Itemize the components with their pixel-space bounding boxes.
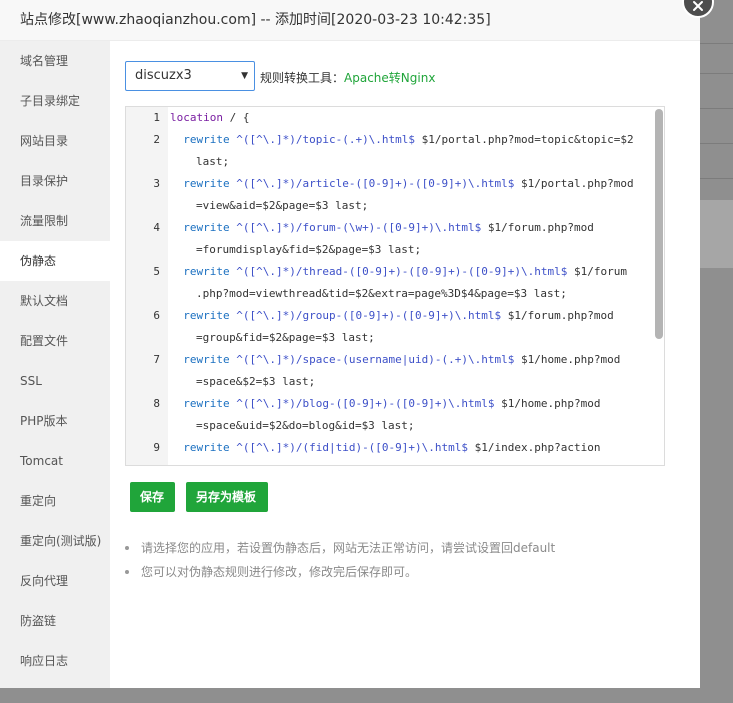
code-text: rewrite ^([^\.]*)/(fid|tid)-([0-9]+)\.ht… — [183, 441, 601, 454]
code-text-continued: .php?mod=viewthread&tid=$2&extra=page%3D… — [196, 287, 567, 300]
sidebar-item[interactable]: 域名管理 — [0, 41, 110, 81]
rewrite-panel: discuzx3 ▼ 规则转换工具：Apache转Nginx 1 location… — [110, 41, 700, 688]
backdrop-divider — [700, 143, 733, 144]
code-text: location / { — [170, 111, 250, 124]
code-text-continued: =space&$2=$3 last; — [196, 375, 316, 388]
page-backdrop-bottom — [0, 688, 733, 703]
code-line: 2 rewrite ^([^\.]*)/topic-(.+)\.html$ $1… — [126, 129, 664, 173]
sidebar-item[interactable]: Tomcat — [0, 441, 110, 481]
tip-item: 请选择您的应用，若设置伪静态后，网站无法正常访问，请尝试设置回default — [124, 541, 555, 565]
code-text-continued: =space&uid=$2&do=blog&id=$3 last; — [196, 419, 415, 432]
rewrite-code-editor[interactable]: 1 location / { 2 rewrite ^([^\.]*)/topic-(… — [125, 106, 665, 466]
code-text-continued: =group&fid=$2&page=$3 last; — [196, 331, 375, 344]
tips-list: 请选择您的应用，若设置伪静态后，网站无法正常访问，请尝试设置回default 您… — [124, 541, 555, 589]
code-text: rewrite ^([^\.]*)/blog-([0-9]+)-([0-9]+)… — [183, 397, 601, 410]
code-text: rewrite ^([^\.]*)/group-([0-9]+)-([0-9]+… — [183, 309, 614, 322]
backdrop-divider — [700, 43, 733, 44]
sidebar-item[interactable]: 反向代理 — [0, 561, 110, 601]
sidebar-item[interactable]: PHP版本 — [0, 401, 110, 441]
line-number: 7 — [153, 353, 160, 366]
line-number: 4 — [153, 221, 160, 234]
code-line: 6 rewrite ^([^\.]*)/group-([0-9]+)-([0-9… — [126, 305, 664, 349]
code-line: 4 rewrite ^([^\.]*)/forum-(\w+)-([0-9]+)… — [126, 217, 664, 261]
site-edit-dialog: 站点修改[www.zhaoqianzhou.com] -- 添加时间[2020-… — [0, 0, 700, 688]
code-content[interactable]: 1 location / { 2 rewrite ^([^\.]*)/topic-(… — [126, 107, 664, 465]
code-text: rewrite ^([^\.]*)/topic-(.+)\.html$ $1/p… — [183, 133, 634, 146]
code-line: 8 rewrite ^([^\.]*)/blog-([0-9]+)-([0-9]… — [126, 393, 664, 437]
sidebar-item[interactable]: 配置文件 — [0, 321, 110, 361]
backdrop-divider — [700, 108, 733, 109]
line-number: 1 — [153, 111, 160, 124]
code-text: rewrite ^([^\.]*)/space-(username|uid)-(… — [183, 353, 621, 366]
settings-sidebar: 域名管理 子目录绑定 网站目录 目录保护 流量限制 伪静态 默认文档 配置文件 SSL PHP版本… — [0, 41, 110, 688]
apache-to-nginx-link[interactable]: Apache转Nginx — [344, 71, 435, 85]
line-number: 8 — [153, 397, 160, 410]
sidebar-item[interactable]: 重定向 — [0, 481, 110, 521]
code-line: 9 rewrite ^([^\.]*)/(fid|tid)-([0-9]+)\.… — [126, 437, 664, 459]
sidebar-item[interactable]: SSL — [0, 361, 110, 401]
code-text-continued: =view&aid=$2&page=$3 last; — [196, 199, 369, 212]
line-number: 6 — [153, 309, 160, 322]
sidebar-item[interactable]: 网站目录 — [0, 121, 110, 161]
rewrite-template-value: discuzx3 — [135, 68, 192, 83]
sidebar-item[interactable]: 防盗链 — [0, 601, 110, 641]
backdrop-panel — [700, 200, 733, 268]
code-line: 5 rewrite ^([^\.]*)/thread-([0-9]+)-([0-… — [126, 261, 664, 305]
page-backdrop — [700, 0, 733, 703]
save-button[interactable]: 保存 — [130, 482, 175, 512]
code-line: 1 location / { — [126, 107, 664, 129]
code-text: rewrite ^([^\.]*)/article-([0-9]+)-([0-9… — [183, 177, 634, 190]
line-number: 9 — [153, 441, 160, 454]
code-text: rewrite ^([^\.]*)/forum-(\w+)-([0-9]+)\.… — [183, 221, 594, 234]
sidebar-item[interactable]: 响应日志 — [0, 641, 110, 681]
tip-item: 您可以对伪静态规则进行修改，修改完后保存即可。 — [124, 565, 555, 589]
save-as-template-button[interactable]: 另存为模板 — [186, 482, 268, 512]
line-number: 2 — [153, 133, 160, 146]
code-text-continued: last; — [196, 155, 230, 168]
sidebar-item[interactable]: 默认文档 — [0, 281, 110, 321]
editor-scrollbar[interactable] — [655, 109, 663, 339]
code-text-continued: =forumdisplay&fid=$2&page=$3 last; — [196, 243, 422, 256]
close-icon — [693, 1, 703, 11]
convert-tool-label: 规则转换工具：Apache转Nginx — [260, 69, 435, 86]
line-number: 5 — [153, 265, 160, 278]
dialog-title: 站点修改[www.zhaoqianzhou.com] -- 添加时间[2020-… — [0, 0, 700, 41]
sidebar-item[interactable]: 子目录绑定 — [0, 81, 110, 121]
code-line: 7 rewrite ^([^\.]*)/space-(username|uid)… — [126, 349, 664, 393]
code-line: 3 rewrite ^([^\.]*)/article-([0-9]+)-([0… — [126, 173, 664, 217]
convert-tool-text: 规则转换工具： — [260, 71, 345, 85]
backdrop-divider — [700, 178, 733, 179]
sidebar-item[interactable]: 目录保护 — [0, 161, 110, 201]
sidebar-item[interactable]: 流量限制 — [0, 201, 110, 241]
caret-down-icon: ▼ — [241, 71, 248, 81]
backdrop-divider — [700, 73, 733, 74]
sidebar-item[interactable]: 伪静态 — [0, 241, 110, 281]
sidebar-item[interactable]: 重定向(测试版) — [0, 521, 110, 561]
code-text: rewrite ^([^\.]*)/thread-([0-9]+)-([0-9]… — [183, 265, 627, 278]
rewrite-template-select[interactable]: discuzx3 ▼ — [125, 61, 255, 91]
line-number: 3 — [153, 177, 160, 190]
